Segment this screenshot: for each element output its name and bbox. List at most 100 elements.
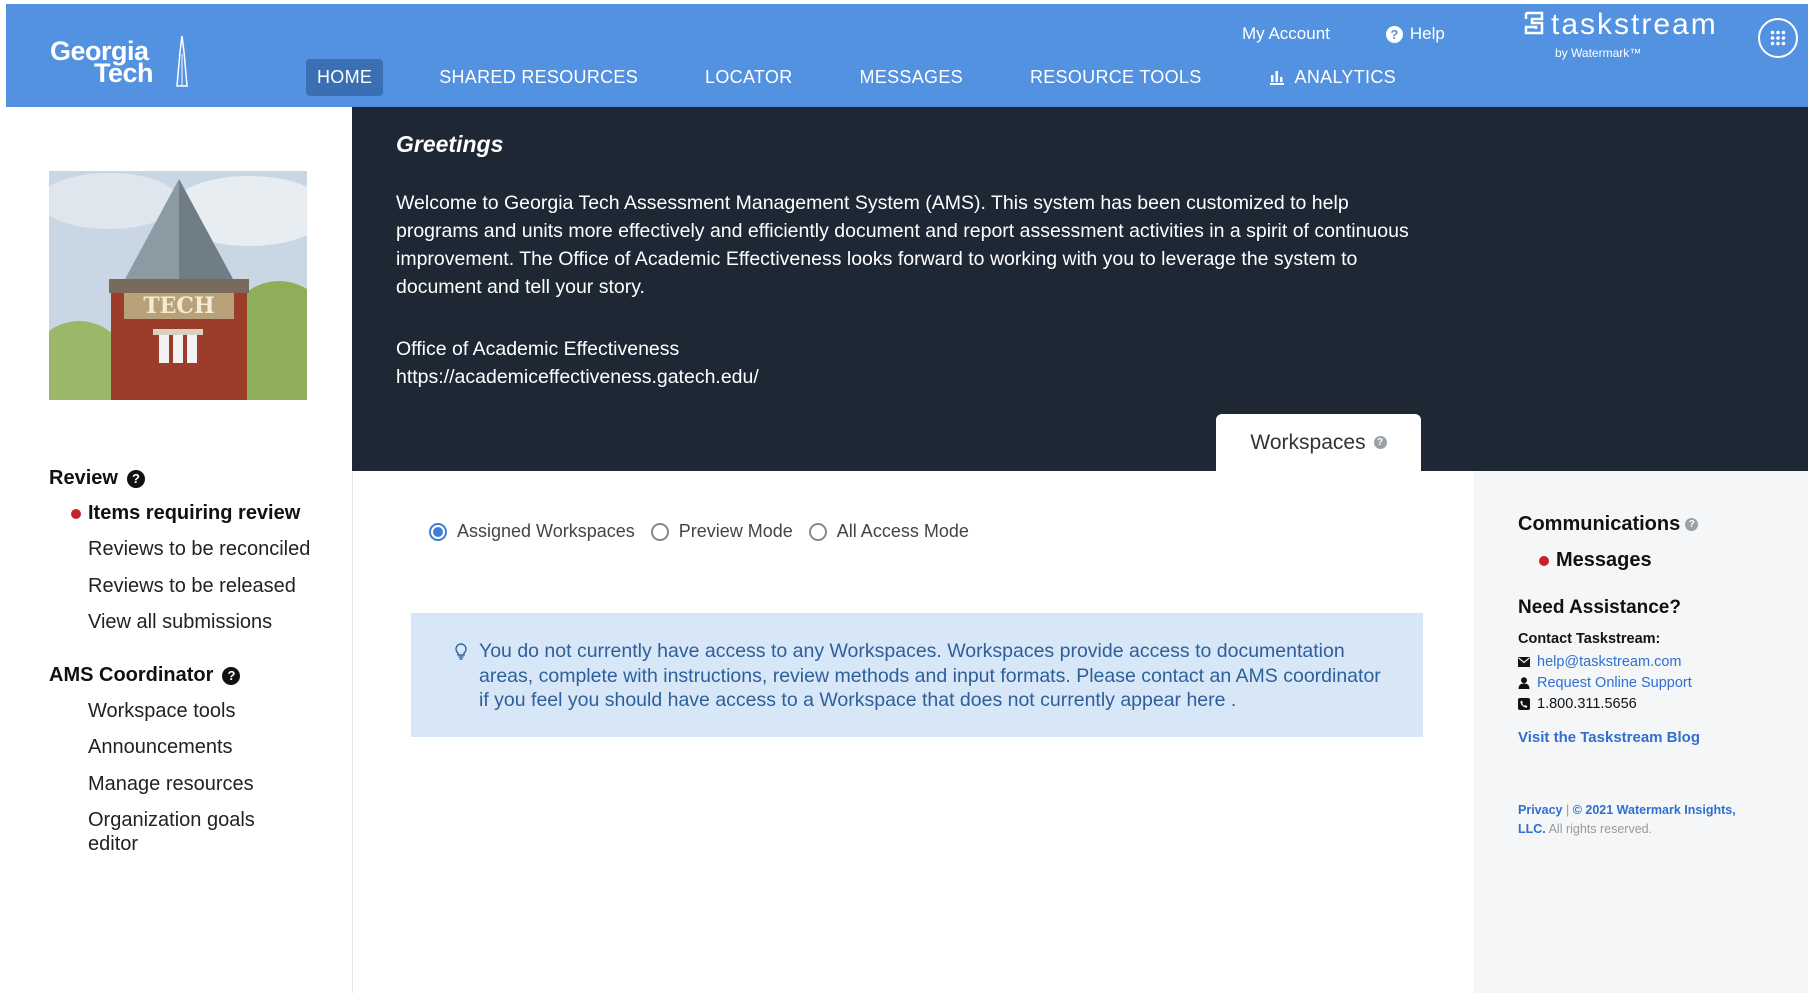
radio-assigned-workspaces-label[interactable]: Assigned Workspaces	[457, 521, 635, 542]
sidebar-item-announcements[interactable]: Announcements	[88, 735, 318, 759]
radio-preview-mode[interactable]	[650, 522, 669, 541]
workspaces-content: Assigned Workspaces Preview Mode All Acc…	[352, 471, 1475, 993]
review-heading-label: Review	[49, 467, 118, 489]
online-support-row: Request Online Support	[1518, 675, 1692, 691]
nav-analytics[interactable]: ANALYTICS	[1258, 59, 1407, 96]
left-sidebar: TECH Review ? Items requiring review Rev…	[6, 107, 352, 993]
no-workspaces-notice: You do not currently have access to any …	[411, 613, 1423, 737]
tech-tower-icon	[176, 35, 188, 87]
apps-grid-button[interactable]	[1758, 18, 1798, 58]
office-url: https://academiceffectiveness.gatech.edu…	[396, 366, 759, 388]
sidebar-item-label: Organization goals editor	[88, 809, 255, 855]
radio-all-access-mode[interactable]	[808, 522, 827, 541]
notice-text: You do not currently have access to any …	[479, 640, 1381, 711]
phone-number: 1.800.311.5656	[1537, 696, 1637, 712]
blog-row: Visit the Taskstream Blog	[1518, 729, 1700, 746]
question-circle-icon[interactable]: ?	[1685, 518, 1699, 531]
alert-dot-icon	[71, 509, 81, 519]
greetings-title: Greetings	[396, 131, 504, 157]
greetings-body: Welcome to Georgia Tech Assessment Manag…	[396, 192, 1409, 298]
ams-coordinator-heading-label: AMS Coordinator	[49, 664, 214, 686]
sidebar-item-label: Reviews to be reconciled	[88, 538, 311, 560]
envelope-icon	[1518, 657, 1530, 667]
phone-icon	[1518, 698, 1530, 710]
nav-home[interactable]: HOME	[306, 58, 384, 96]
right-column: Communications ? Messages Need Assistanc…	[1474, 471, 1808, 993]
messages-label: Messages	[1556, 549, 1652, 571]
tab-workspaces-label: Workspaces	[1250, 430, 1366, 454]
nav-home-label: HOME	[317, 66, 373, 87]
nav-analytics-label: ANALYTICS	[1294, 66, 1396, 87]
sidebar-item-workspace-tools[interactable]: Workspace tools	[88, 699, 318, 723]
nav-locator[interactable]: LOCATOR	[694, 59, 803, 96]
taskstream-name: taskstream	[1551, 8, 1718, 41]
sidebar-item-reviews-to-be-reconciled[interactable]: Reviews to be reconciled	[88, 537, 318, 561]
email-row: help@taskstream.com	[1518, 654, 1681, 670]
sidebar-item-view-all-submissions[interactable]: View all submissions	[88, 610, 318, 634]
question-circle-icon[interactable]: ?	[222, 666, 241, 685]
taskstream-brand[interactable]: taskstream by Watermark™	[1523, 6, 1743, 66]
sidebar-item-items-requiring-review[interactable]: Items requiring review	[71, 501, 318, 525]
tech-tower-photo: TECH	[49, 171, 307, 400]
user-icon	[1518, 677, 1530, 689]
bar-chart-icon	[1269, 71, 1284, 85]
tab-workspaces[interactable]: Workspaces ?	[1216, 414, 1421, 471]
taskstream-sub: by Watermark™	[1555, 46, 1642, 60]
help-link[interactable]: ? Help	[1385, 24, 1445, 44]
phone-row: 1.800.311.5656	[1518, 696, 1637, 712]
communications-label: Communications	[1518, 513, 1681, 535]
sidebar-item-label: View all submissions	[88, 611, 273, 633]
contact-label: Contact Taskstream:	[1518, 631, 1660, 647]
nav-shared-resources[interactable]: SHARED RESOURCES	[428, 59, 649, 96]
greetings-signature: Office of Academic Effectiveness https:/…	[396, 335, 759, 391]
taskstream-blog-link[interactable]: Visit the Taskstream Blog	[1518, 729, 1700, 746]
radio-assigned-workspaces[interactable]	[429, 522, 447, 541]
sidebar-item-label: Workspace tools	[88, 700, 236, 722]
support-email-link[interactable]: help@taskstream.com	[1537, 654, 1681, 670]
sidebar-item-organization-goals-editor[interactable]: Organization goals editor	[88, 808, 268, 856]
need-assistance-label: Need Assistance?	[1518, 597, 1681, 618]
sidebar-item-label: Manage resources	[88, 773, 254, 795]
privacy-link[interactable]: Privacy	[1518, 803, 1562, 817]
nav-resource-tools-label: RESOURCE TOOLS	[1029, 66, 1202, 87]
nav-messages[interactable]: MESSAGES	[849, 59, 974, 96]
contact-label-text: Contact Taskstream:	[1518, 631, 1661, 647]
grid-dots-icon	[1770, 30, 1786, 46]
communications-heading: Communications ?	[1518, 513, 1699, 536]
radio-all-access-mode-label[interactable]: All Access Mode	[837, 521, 969, 542]
taskstream-logo-icon	[1524, 11, 1544, 35]
question-circle-icon[interactable]: ?	[1373, 436, 1387, 449]
georgia-tech-logo[interactable]: Georgia Tech	[50, 34, 200, 94]
main-nav: HOME SHARED RESOURCES LOCATOR MESSAGES R…	[306, 58, 1452, 96]
sidebar-item-label: Announcements	[88, 736, 233, 758]
sidebar-item-reviews-to-be-released[interactable]: Reviews to be released	[88, 574, 318, 598]
question-circle-icon: ?	[1385, 25, 1403, 43]
question-circle-icon[interactable]: ?	[126, 469, 145, 488]
svg-text:TECH: TECH	[143, 293, 214, 319]
lightbulb-icon	[455, 643, 467, 660]
review-heading: Review ?	[49, 467, 145, 490]
alert-dot-icon	[1539, 556, 1549, 566]
logo-line-2: Tech	[94, 58, 154, 88]
sidebar-item-manage-resources[interactable]: Manage resources	[88, 772, 318, 796]
top-header: Georgia Tech HOME SHARED RESOURCES LOCAT…	[6, 4, 1808, 107]
office-name: Office of Academic Effectiveness	[396, 338, 680, 360]
nav-messages-label: MESSAGES	[859, 66, 963, 87]
nav-shared-resources-label: SHARED RESOURCES	[439, 66, 639, 87]
request-online-support-link[interactable]: Request Online Support	[1537, 675, 1692, 691]
legal-divider: |	[1565, 803, 1573, 817]
messages-link[interactable]: Messages	[1539, 549, 1652, 572]
legal-footer: Privacy | © 2021 Watermark Insights, LLC…	[1518, 801, 1758, 839]
radio-preview-mode-label[interactable]: Preview Mode	[679, 521, 793, 542]
rights-text: All rights reserved.	[1548, 822, 1653, 836]
my-account-label: My Account	[1242, 24, 1330, 43]
nav-locator-label: LOCATOR	[705, 66, 793, 87]
nav-resource-tools[interactable]: RESOURCE TOOLS	[1019, 59, 1213, 96]
top-links: My Account ? Help	[1242, 24, 1445, 44]
sidebar-item-label: Reviews to be released	[88, 575, 296, 597]
workspace-mode-radio-group: Assigned Workspaces Preview Mode All Acc…	[429, 521, 985, 542]
help-label: Help	[1409, 24, 1445, 43]
need-assistance-heading: Need Assistance?	[1518, 597, 1681, 619]
sidebar-item-label: Items requiring review	[88, 502, 301, 524]
my-account-link[interactable]: My Account	[1242, 24, 1330, 44]
